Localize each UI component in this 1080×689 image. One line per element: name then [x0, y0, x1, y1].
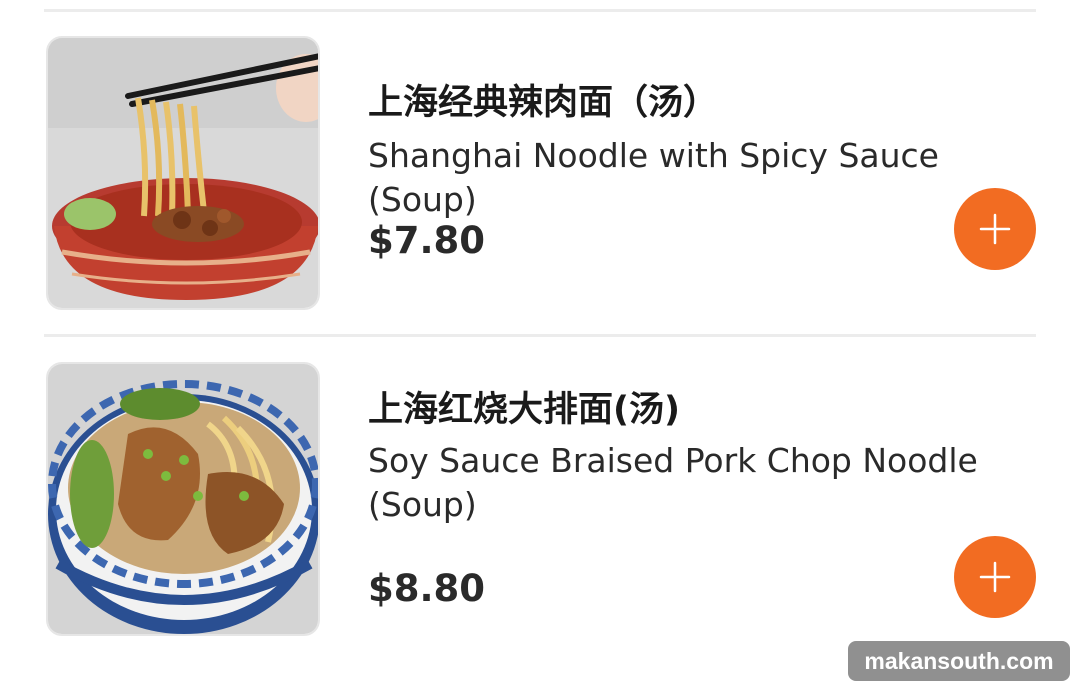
plus-icon [979, 213, 1011, 245]
spicy-noodle-photo [46, 36, 320, 310]
menu-item-spicy-noodle[interactable]: 上海经典辣肉面（汤） Shanghai Noodle with Spicy Sa… [0, 36, 1080, 316]
item-name-english: Shanghai Noodle with Spicy Sauce (Soup) [368, 136, 939, 219]
add-to-cart-button[interactable] [954, 188, 1036, 270]
menu-item-pork-chop-noodle[interactable]: 上海红烧大排面(汤) Soy Sauce Braised Pork Chop N… [0, 362, 1080, 642]
item-divider [44, 334, 1036, 337]
watermark: makansouth.com [848, 641, 1070, 681]
add-to-cart-button[interactable] [954, 536, 1036, 618]
item-name-english: Soy Sauce Braised Pork Chop Noodle (Soup… [368, 441, 978, 524]
item-name-chinese: 上海红烧大排面(汤) [368, 390, 680, 430]
item-price: $8.80 [368, 567, 486, 610]
pork-chop-noodle-photo [46, 362, 320, 636]
item-name-chinese: 上海经典辣肉面（汤） [368, 83, 719, 123]
top-divider [44, 9, 1036, 12]
item-price: $7.80 [368, 219, 486, 262]
plus-icon [979, 561, 1011, 593]
